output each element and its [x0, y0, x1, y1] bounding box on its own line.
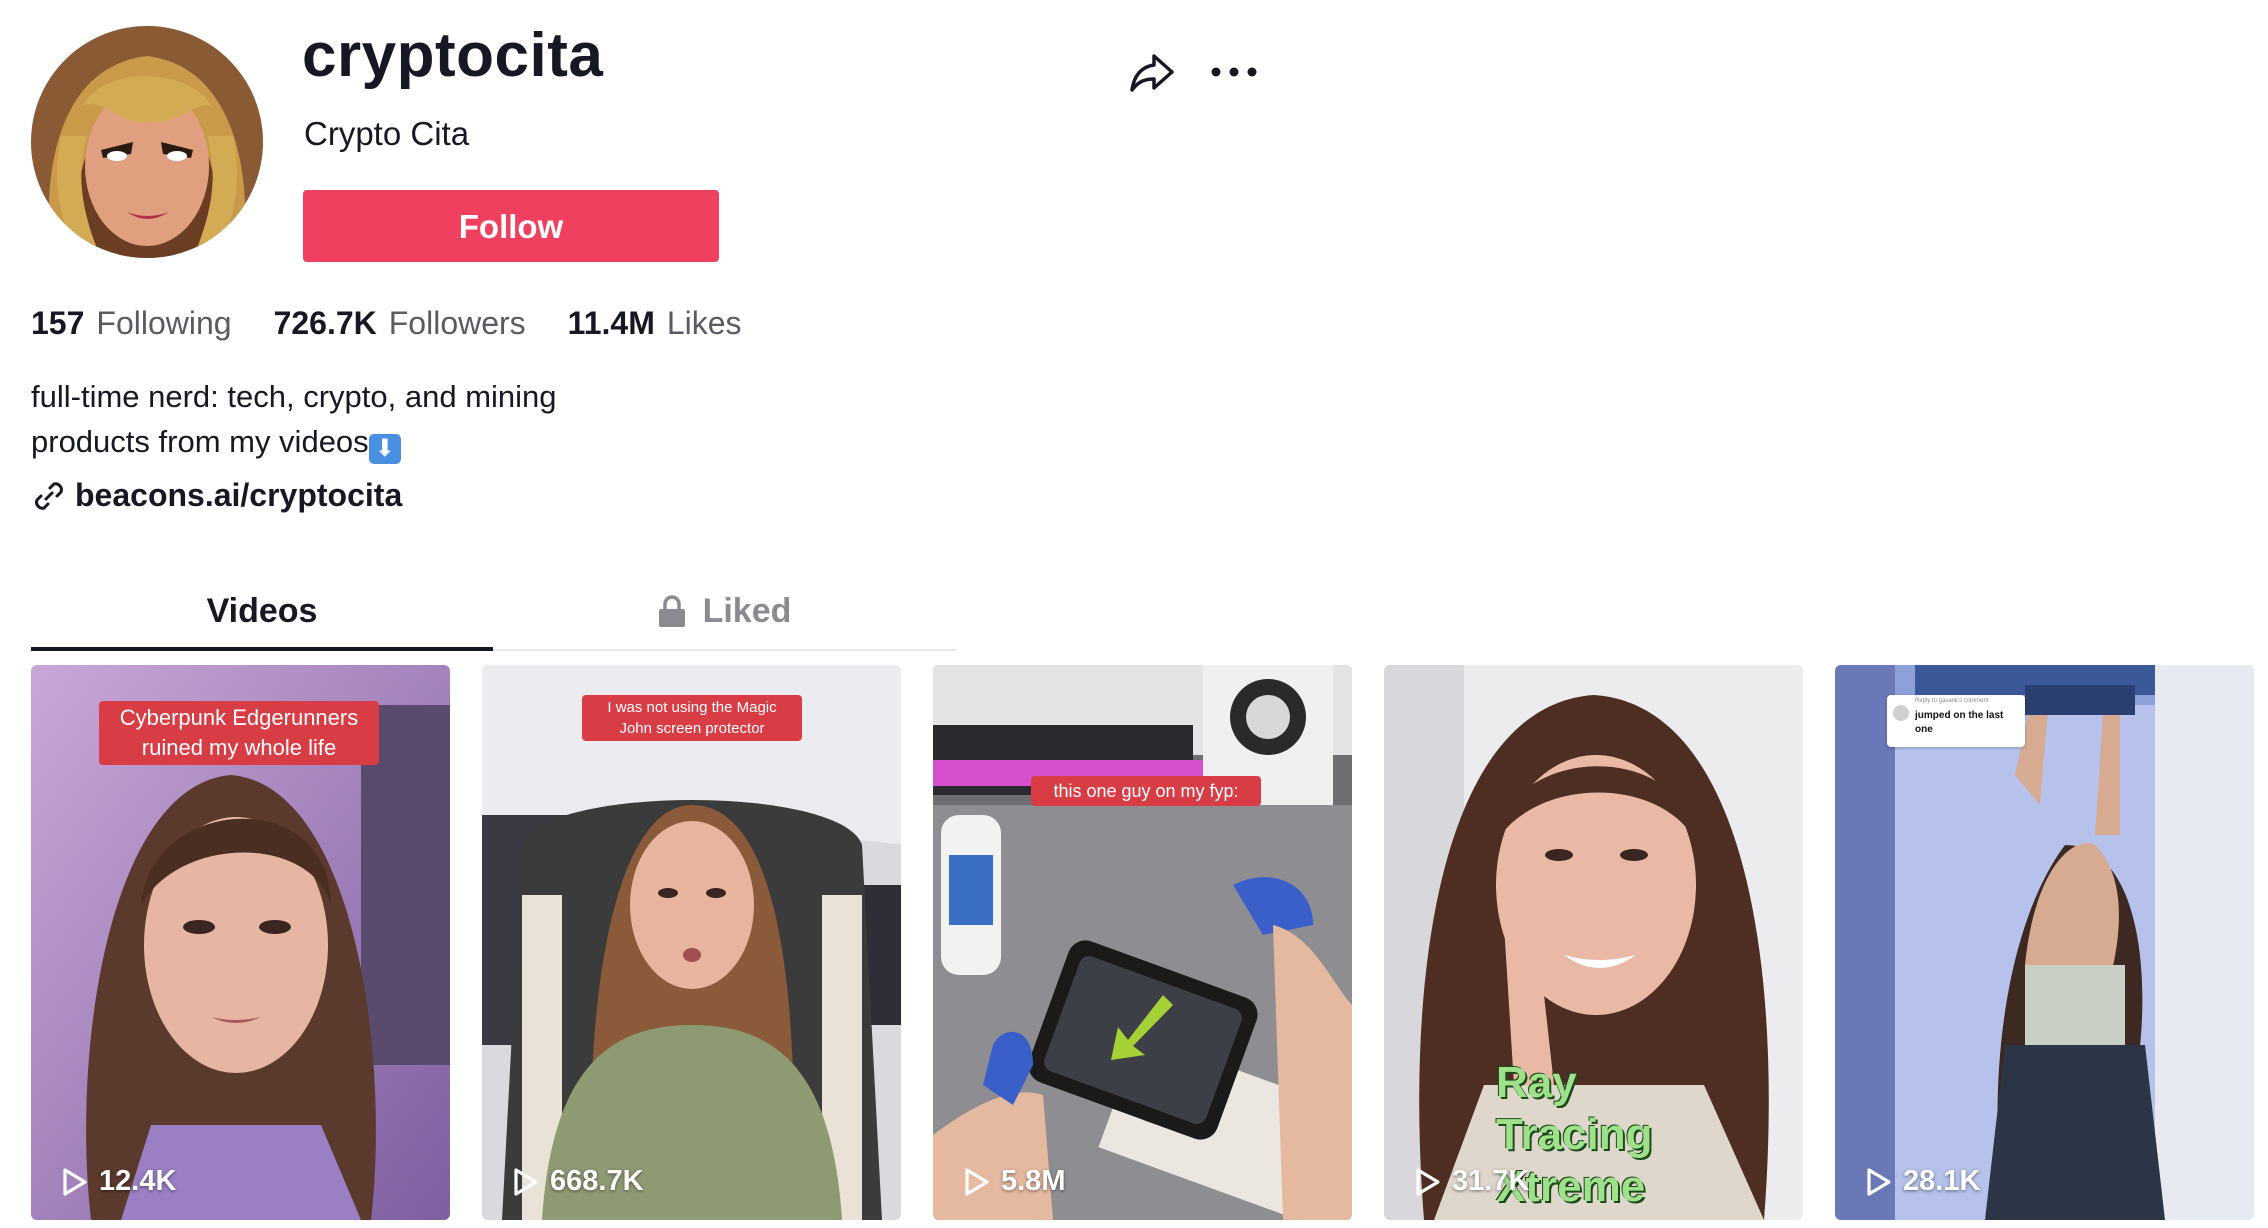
- stat-following[interactable]: 157 Following: [31, 305, 232, 342]
- tab-liked[interactable]: Liked: [493, 573, 955, 649]
- view-count: 12.4K: [61, 1165, 176, 1198]
- video-card[interactable]: Ray Tracing Xtreme 31.7K: [1384, 665, 1803, 1220]
- likes-label: Likes: [666, 305, 742, 341]
- video-caption: Cyberpunk Edgerunners ruined my whole li…: [99, 701, 379, 765]
- share-arrow-icon[interactable]: [1124, 44, 1180, 100]
- overlay-word: Ray: [1496, 1058, 1577, 1107]
- reply-header: Reply to gávank's comment: [1915, 698, 1989, 704]
- followers-label: Followers: [388, 305, 526, 341]
- link-text: beacons.ai/cryptocita: [75, 477, 403, 513]
- view-count-text: 28.1K: [1903, 1165, 1981, 1197]
- profile-bio: full-time nerd: tech, crypto, and mining…: [31, 374, 557, 464]
- commenter-avatar: [1893, 705, 1909, 721]
- link-icon: [35, 481, 63, 510]
- video-thumbnail: [933, 665, 1352, 1220]
- view-count-text: 31.7K: [1452, 1165, 1530, 1197]
- down-arrow-emoji-icon: ⬇: [368, 434, 401, 464]
- profile-avatar[interactable]: [31, 26, 263, 258]
- view-count: 28.1K: [1865, 1165, 1980, 1198]
- tab-videos-label: Videos: [206, 591, 318, 630]
- follow-button[interactable]: Follow: [303, 190, 719, 262]
- view-count: 668.7K: [512, 1165, 644, 1198]
- video-caption: this one guy on my fyp:: [1031, 776, 1261, 806]
- play-icon: [965, 1167, 989, 1196]
- avatar-illustration: [31, 26, 263, 258]
- bio-line-1: full-time nerd: tech, crypto, and mining: [31, 379, 557, 414]
- stat-followers[interactable]: 726.7K Followers: [274, 305, 526, 342]
- play-icon: [514, 1167, 538, 1196]
- display-name: Crypto Cita: [304, 115, 470, 152]
- bio-line-2: products from my videos: [31, 424, 369, 459]
- ellipsis-icon[interactable]: [1206, 44, 1262, 100]
- profile-tabs: Videos Liked: [31, 573, 956, 651]
- video-card[interactable]: this one guy on my fyp: 5.8M: [933, 665, 1352, 1220]
- tab-videos[interactable]: Videos: [31, 573, 493, 651]
- video-thumbnail: [482, 665, 901, 1220]
- view-count-text: 5.8M: [1001, 1165, 1066, 1197]
- username: cryptocita: [302, 21, 604, 90]
- overlay-word: Tracing: [1496, 1110, 1653, 1159]
- view-count: 31.7K: [1414, 1165, 1529, 1198]
- profile-link[interactable]: beacons.ai/cryptocita: [31, 477, 402, 514]
- stat-likes: 11.4M Likes: [568, 305, 742, 342]
- video-caption: I was not using the Magic John screen pr…: [582, 695, 802, 741]
- video-card[interactable]: Cyberpunk Edgerunners ruined my whole li…: [31, 665, 450, 1220]
- bio-line-2-wrap: products from my videos ⬇: [31, 419, 557, 464]
- video-thumbnail: [1835, 665, 2254, 1220]
- lock-icon: [658, 595, 685, 627]
- play-icon: [1867, 1167, 1891, 1196]
- video-card[interactable]: Reply to gávank's comment jumped on the …: [1835, 665, 2254, 1220]
- reply-text: jumped on the last one: [1915, 710, 2004, 735]
- tab-liked-label: Liked: [702, 591, 792, 630]
- view-count-text: 668.7K: [550, 1165, 644, 1197]
- following-count: 157: [31, 305, 85, 341]
- video-card[interactable]: I was not using the Magic John screen pr…: [482, 665, 901, 1220]
- profile-stats: 157 Following 726.7K Followers 11.4M Lik…: [31, 305, 784, 355]
- video-grid: Cyberpunk Edgerunners ruined my whole li…: [31, 665, 2254, 1220]
- followers-count: 726.7K: [273, 305, 377, 341]
- likes-count: 11.4M: [567, 305, 655, 341]
- following-label: Following: [96, 305, 232, 341]
- play-icon: [63, 1167, 87, 1196]
- comment-reply-sticker: Reply to gávank's comment jumped on the …: [1887, 695, 2025, 747]
- view-count: 5.8M: [963, 1165, 1065, 1198]
- play-icon: [1416, 1167, 1440, 1196]
- view-count-text: 12.4K: [99, 1165, 177, 1197]
